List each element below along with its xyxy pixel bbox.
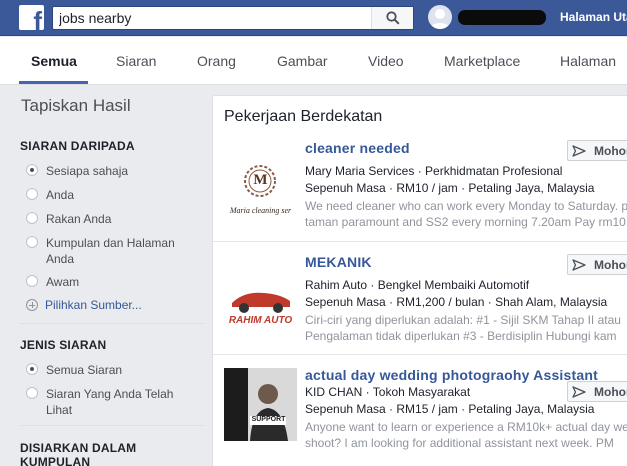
employer-logo-icon	[224, 267, 297, 340]
search-box	[52, 6, 414, 30]
job-description: Pengalaman tidak diperlukan #3 - Berdisi…	[305, 329, 617, 343]
job-thumbnail[interactable]: SUPPORT	[224, 368, 297, 441]
post-type-heading: JENIS SIARAN	[20, 338, 107, 352]
source-option-groups-pages[interactable]: Kumpulan dan Halaman Anda	[26, 235, 206, 267]
tab-photos[interactable]: Gambar	[277, 53, 328, 69]
radio-icon	[26, 188, 38, 200]
choose-source-link[interactable]: Pilihkan Sumber...	[26, 298, 206, 312]
source-option-public[interactable]: Awam	[26, 274, 206, 290]
send-arrow-icon	[572, 385, 586, 398]
top-bar: f Halaman Uta	[0, 0, 627, 36]
employer-photo-icon	[224, 368, 297, 441]
job-thumbnail[interactable]: RAHIM AUTO	[224, 267, 297, 340]
apply-button[interactable]: Mohon	[567, 254, 627, 275]
person-icon	[430, 9, 450, 29]
option-label: Kumpulan dan Halaman Anda	[46, 236, 175, 266]
job-employer: Mary Maria Services · Perkhidmatan Profe…	[305, 164, 563, 178]
type-option-all-posts[interactable]: Semua Siaran	[26, 362, 206, 378]
search-icon	[385, 11, 400, 25]
type-option-seen-posts[interactable]: Siaran Yang Anda Telah Lihat	[26, 386, 206, 418]
tab-all[interactable]: Semua	[31, 53, 77, 69]
logo-caption: Maria cleaning ser	[229, 206, 292, 215]
job-result: RAHIM AUTO MEKANIK Rahim Auto · Bengkel …	[213, 241, 627, 354]
posted-in-group-heading: DISIARKAN DALAM KUMPULAN	[20, 441, 137, 466]
tab-marketplace[interactable]: Marketplace	[444, 53, 520, 69]
job-thumbnail[interactable]: M Maria cleaning ser	[224, 153, 297, 226]
choose-source-label: Pilihkan Sumber...	[45, 298, 142, 312]
send-arrow-icon	[572, 258, 586, 271]
job-result: M Maria cleaning ser cleaner needed Mary…	[213, 128, 627, 241]
radio-icon	[26, 275, 38, 287]
apply-button[interactable]: Mohon	[567, 381, 627, 402]
tab-people[interactable]: Orang	[197, 53, 236, 69]
search-tabs: Semua Siaran Orang Gambar Video Marketpl…	[0, 37, 627, 85]
job-description: We need cleaner who can work every Monda…	[305, 199, 627, 213]
apply-label: Mohon	[594, 384, 627, 399]
tab-posts[interactable]: Siaran	[116, 53, 156, 69]
filter-title: Tapiskan Hasil	[21, 96, 131, 115]
radio-icon	[26, 387, 38, 399]
job-details: Sepenuh Masa · RM10 / jam · Petaling Jay…	[305, 181, 595, 195]
option-label: Sesiapa sahaja	[46, 164, 129, 178]
divider	[20, 425, 205, 426]
job-employer: Rahim Auto · Bengkel Membaiki Automotif	[305, 278, 530, 292]
apply-label: Mohon	[594, 257, 627, 272]
radio-icon	[26, 212, 38, 224]
job-title-link[interactable]: actual day wedding photograohy Assistant	[305, 367, 598, 383]
job-description: shoot? I am looking for additional assis…	[305, 436, 614, 450]
option-label: Anda	[46, 188, 75, 202]
profile-avatar[interactable]	[428, 5, 452, 29]
facebook-logo-icon[interactable]: f	[19, 5, 44, 30]
job-description: taman paramount and SS2 every morning 7.…	[305, 215, 626, 229]
job-description: Anyone want to learn or experience a RM1…	[305, 420, 627, 434]
source-option-friends[interactable]: Rakan Anda	[26, 211, 206, 227]
employer-logo-icon	[224, 153, 297, 226]
job-employer: KID CHAN · Tokoh Masyarakat	[305, 385, 471, 399]
redacted-profile-name	[458, 10, 546, 25]
plus-icon	[26, 299, 38, 311]
active-tab-indicator	[19, 81, 88, 84]
divider	[20, 323, 205, 324]
job-details: Sepenuh Masa · RM15 / jam · Petaling Jay…	[305, 402, 595, 416]
send-arrow-icon	[572, 144, 586, 157]
post-source-heading: SIARAN DARIPADA	[20, 139, 135, 153]
apply-button[interactable]: Mohon	[567, 140, 627, 161]
option-label: Semua Siaran	[46, 363, 123, 377]
logo-text: RAHIM AUTO	[228, 315, 293, 326]
source-option-you[interactable]: Anda	[26, 187, 206, 203]
option-label: Siaran Yang Anda Telah Lihat	[46, 387, 174, 417]
option-label: Awam	[46, 275, 80, 289]
radio-selected-icon	[26, 164, 38, 176]
job-description: Ciri-ciri yang diperlukan adalah: #1 - S…	[305, 313, 621, 327]
job-details: Sepenuh Masa · RM1,200 / bulan · Shah Al…	[305, 295, 608, 309]
logo-letter: M	[253, 172, 268, 188]
tab-videos[interactable]: Video	[368, 53, 404, 69]
source-option-anyone[interactable]: Sesiapa sahaja	[26, 163, 206, 179]
job-result: SUPPORT actual day wedding photograohy A…	[213, 354, 627, 466]
apply-label: Mohon	[594, 143, 627, 158]
job-title-link[interactable]: MEKANIK	[305, 254, 372, 270]
job-title-link[interactable]: cleaner needed	[305, 140, 410, 156]
filter-sidebar: Tapiskan Hasil SIARAN DARIPADA Sesiapa s…	[0, 86, 210, 466]
jobs-results-card: Pekerjaan Berdekatan M Maria cleaning se…	[212, 95, 627, 466]
home-link[interactable]: Halaman Uta	[560, 10, 627, 24]
radio-icon	[26, 236, 38, 248]
option-label: Rakan Anda	[46, 212, 112, 226]
search-button[interactable]	[371, 7, 413, 29]
radio-selected-icon	[26, 363, 38, 375]
tab-pages[interactable]: Halaman	[560, 53, 616, 69]
logo-text: SUPPORT	[251, 416, 286, 423]
card-title: Pekerjaan Berdekatan	[224, 108, 383, 125]
search-input[interactable]	[53, 7, 371, 29]
